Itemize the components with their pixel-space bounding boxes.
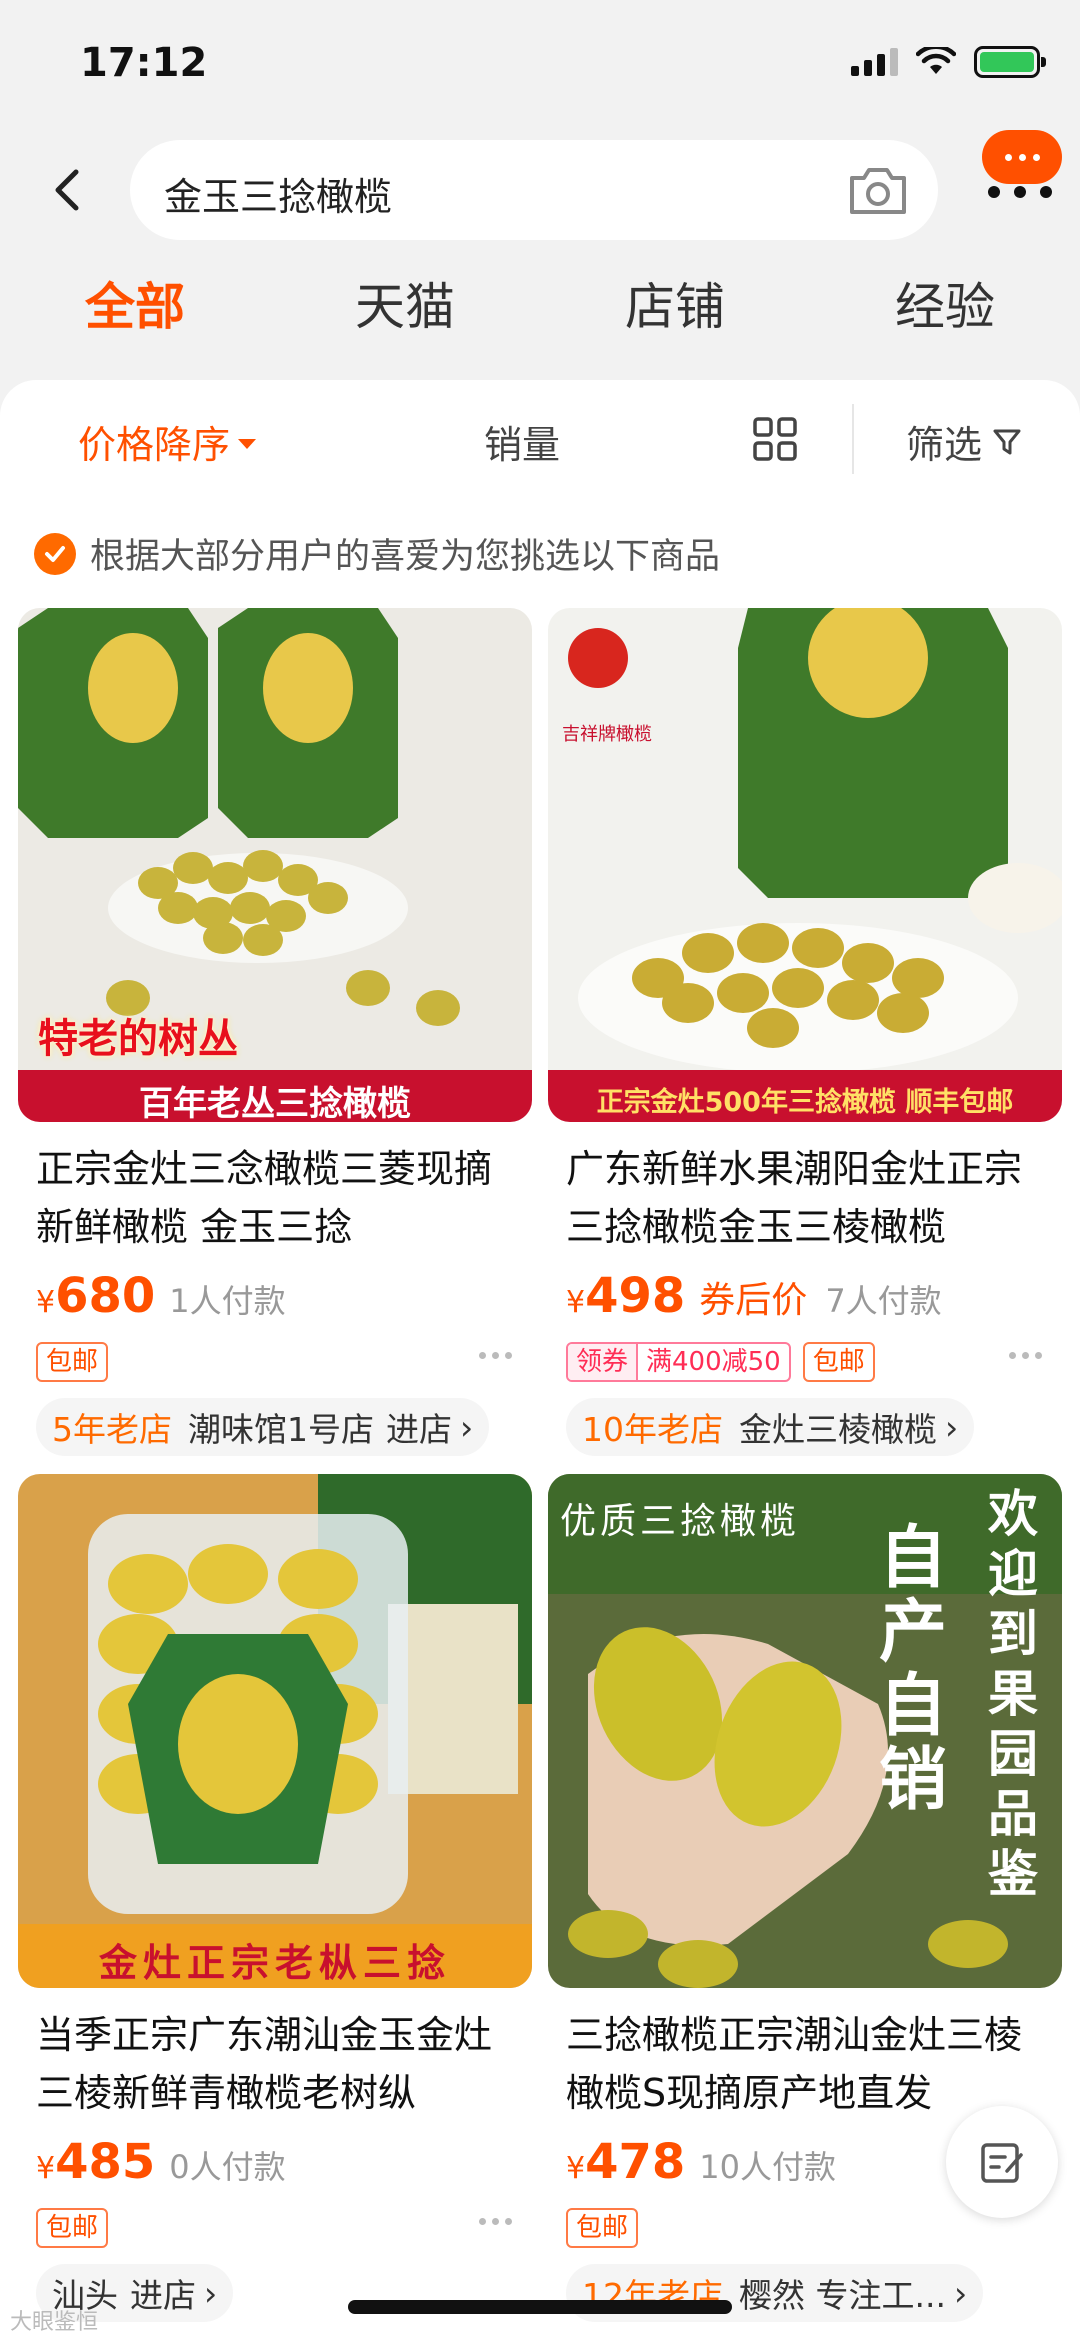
sold-count: 1人付款	[169, 1282, 286, 1320]
product-price: 485	[55, 2134, 156, 2190]
tab-tmall[interactable]: 天猫	[270, 262, 540, 352]
more-dots-icon	[988, 186, 1052, 198]
price-row: ¥ 680 1人付款	[36, 1268, 286, 1324]
caret-down-icon	[238, 438, 257, 449]
shop-name: 樱然 专注工...	[739, 2276, 946, 2315]
more-options-icon[interactable]	[1009, 1352, 1042, 1359]
image-caption-top: 吉祥牌橄榄	[562, 724, 652, 745]
wifi-icon	[916, 47, 956, 74]
back-arrow-icon[interactable]	[38, 160, 98, 220]
coupon-claim-label: 领券	[568, 1344, 637, 1380]
currency-symbol: ¥	[566, 2151, 586, 2186]
search-input[interactable]: 金玉三捻橄榄	[130, 140, 938, 240]
tag-row: 领券 满400减50 包邮	[566, 1342, 875, 1382]
product-card[interactable]: 特老的树丛 百年老丛三捻橄榄 正宗金灶三念橄榄三菱现摘新鲜橄榄 金玉三捻 ¥ 6…	[18, 608, 532, 1468]
image-caption-top: 特老的树丛	[38, 1016, 238, 1062]
product-image[interactable]: 优质三捻橄榄 自产自销 欢迎到果园品鉴	[548, 1474, 1062, 1988]
sort-price-label: 价格降序	[78, 423, 231, 467]
product-image[interactable]: 吉祥牌橄榄 正宗金灶500年三捻橄榄 顺丰包邮	[548, 608, 1062, 1122]
tag-row: 包邮	[36, 1342, 109, 1382]
enter-shop-label: 进店	[130, 2276, 196, 2315]
more-options-icon[interactable]	[479, 1352, 512, 1359]
free-shipping-tag: 包邮	[36, 1342, 109, 1382]
price-row: ¥ 485 0人付款	[36, 2134, 286, 2190]
tag-row: 包邮	[566, 2208, 639, 2248]
shop-age: 5年老店	[52, 1410, 172, 1449]
product-title: 广东新鲜水果潮阳金灶正宗三捻橄榄金玉三棱橄榄	[566, 1147, 1023, 1249]
sold-count: 7人付款	[825, 1282, 942, 1320]
chevron-right-icon: ›	[953, 2273, 968, 2313]
product-price: 498	[585, 1268, 686, 1324]
notice-text: 根据大部分用户的喜爱为您挑选以下商品	[90, 537, 721, 577]
image-caption-bottom: 正宗金灶500年三捻橄榄 顺丰包邮	[596, 1087, 1014, 1118]
sold-count: 0人付款	[169, 2148, 286, 2186]
filter-funnel-icon	[993, 429, 1021, 454]
image-caption-top: 优质三捻橄榄	[560, 1501, 801, 1542]
camera-icon[interactable]	[846, 162, 910, 218]
signal-icon	[851, 48, 898, 76]
image-caption-side: 自产自销	[878, 1519, 947, 1820]
image-caption-bottom: 金灶正宗老枞三捻	[98, 1941, 451, 1985]
currency-symbol: ¥	[36, 2151, 56, 2186]
product-image[interactable]: 特老的树丛 百年老丛三捻橄榄	[18, 608, 532, 1122]
shop-link[interactable]: 10年老店 金灶三棱橄榄 ›	[566, 1398, 975, 1456]
currency-symbol: ¥	[566, 1285, 586, 1320]
image-caption-bottom: 百年老丛三捻橄榄	[139, 1084, 411, 1122]
after-coupon-label: 券后价	[699, 1280, 808, 1321]
product-image[interactable]: 金灶正宗老枞三捻	[18, 1474, 532, 1988]
sort-sales[interactable]: 销量	[484, 414, 560, 469]
search-header: 金玉三捻橄榄	[0, 130, 1080, 250]
product-price: 478	[585, 2134, 686, 2190]
shop-link[interactable]: 5年老店 潮味馆1号店 进店 ›	[36, 1398, 490, 1456]
search-scope-tabs: 全部 天猫 店铺 经验	[0, 262, 1080, 352]
product-card[interactable]: 吉祥牌橄榄 正宗金灶500年三捻橄榄 顺丰包邮 广东新鲜水果潮阳金灶正宗三捻橄榄…	[548, 608, 1062, 1468]
home-indicator[interactable]	[348, 2300, 732, 2314]
shop-age: 10年老店	[582, 1410, 723, 1449]
chevron-right-icon: ›	[945, 1407, 959, 1447]
sort-bar: 价格降序 销量 筛选	[0, 380, 1080, 500]
check-icon	[34, 532, 76, 575]
chevron-right-icon: ›	[204, 2273, 218, 2313]
tab-shops[interactable]: 店铺	[540, 262, 810, 352]
shop-name: 潮味馆1号店	[188, 1410, 374, 1449]
coupon-tag[interactable]: 领券 满400减50	[566, 1342, 791, 1382]
sort-price-desc[interactable]: 价格降序	[78, 414, 257, 469]
price-row: ¥ 498 券后价 7人付款	[566, 1268, 942, 1324]
free-shipping-tag: 包邮	[36, 2208, 109, 2248]
tab-all[interactable]: 全部	[0, 262, 270, 352]
filter-button[interactable]: 筛选	[906, 414, 1022, 469]
tab-experience[interactable]: 经验	[810, 262, 1080, 352]
status-time: 17:12	[80, 40, 208, 86]
watermark: 大眼鉴恒	[10, 2310, 99, 2335]
product-card[interactable]: 金灶正宗老枞三捻 当季正宗广东潮汕金玉金灶三棱新鲜青橄榄老树纵 ¥ 485 0人…	[18, 1474, 532, 2334]
more-options-icon[interactable]	[479, 2218, 512, 2225]
product-title: 当季正宗广东潮汕金玉金灶三棱新鲜青橄榄老树纵	[36, 2013, 493, 2115]
status-bar: 17:12	[0, 0, 1080, 130]
recommendation-notice: 根据大部分用户的喜爱为您挑选以下商品	[34, 528, 720, 579]
battery-icon	[974, 46, 1046, 78]
product-title: 正宗金灶三念橄榄三菱现摘新鲜橄榄 金玉三捻	[36, 1147, 493, 1249]
tag-row: 包邮	[36, 2208, 109, 2248]
sold-count: 10人付款	[699, 2148, 837, 2186]
sort-divider	[852, 404, 854, 474]
status-icons	[851, 46, 1046, 78]
product-title: 三捻橄榄正宗潮汕金灶三棱橄榄S现摘原产地直发	[566, 2013, 1023, 2115]
enter-shop-label: 进店	[386, 1410, 452, 1449]
chat-bubble-icon	[982, 130, 1062, 184]
feedback-button[interactable]	[946, 2106, 1058, 2218]
filter-label: 筛选	[906, 423, 983, 467]
price-row: ¥ 478 10人付款	[566, 2134, 836, 2190]
chevron-right-icon: ›	[460, 1407, 474, 1447]
grid-view-icon[interactable]	[752, 416, 798, 462]
edit-note-icon	[981, 2143, 1023, 2183]
free-shipping-tag: 包邮	[566, 2208, 639, 2248]
messages-button[interactable]	[982, 130, 1064, 210]
search-query: 金玉三捻橄榄	[164, 175, 393, 219]
image-caption-right: 欢迎到果园品鉴	[988, 1485, 1038, 1903]
currency-symbol: ¥	[36, 1285, 56, 1320]
shop-name: 金灶三棱橄榄	[739, 1410, 937, 1449]
product-price: 680	[55, 1268, 156, 1324]
free-shipping-tag: 包邮	[802, 1342, 875, 1382]
coupon-value: 满400减50	[636, 1344, 789, 1380]
